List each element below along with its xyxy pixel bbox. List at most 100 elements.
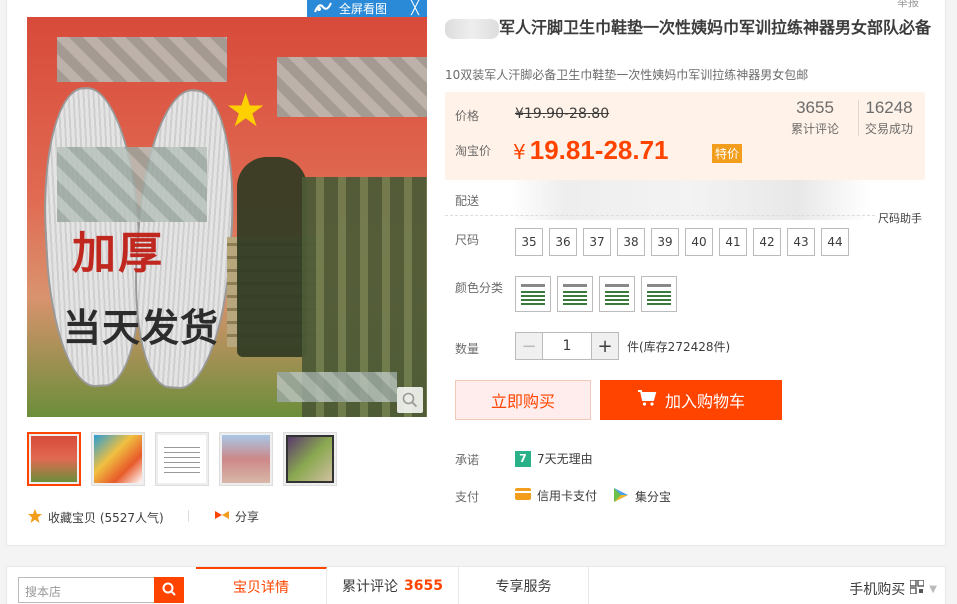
star-icon: ★ xyxy=(225,83,267,137)
points-payment[interactable]: 集分宝 xyxy=(613,487,671,506)
mobile-buy-label: 手机购买 xyxy=(849,582,906,598)
mosaic-blur xyxy=(277,57,427,117)
stat-divider xyxy=(858,100,859,136)
main-image-caption-shipping: 当天发货 xyxy=(63,305,220,350)
cart-icon xyxy=(637,389,657,411)
payment-label: 支付 xyxy=(455,490,480,504)
size-label: 尺码 xyxy=(455,233,480,247)
thumbnail-list xyxy=(27,432,337,486)
credit-card-payment[interactable]: 信用卡支付 xyxy=(515,487,597,504)
thumbnail-5[interactable] xyxy=(283,432,337,486)
size-option[interactable]: 39 xyxy=(651,228,679,256)
points-text: 集分宝 xyxy=(635,490,672,504)
quantity-increase-button[interactable]: + xyxy=(591,332,619,360)
thumbnail-1[interactable] xyxy=(27,432,81,486)
quantity-decrease-button[interactable]: − xyxy=(515,332,543,360)
tab-detail-label: 宝贝详情 xyxy=(233,580,289,596)
share-label: 分享 xyxy=(235,510,260,524)
store-search-input[interactable]: 搜本店 xyxy=(18,577,154,603)
title-blur xyxy=(445,18,499,39)
sales-label: 交易成功 xyxy=(865,122,914,136)
product-subtitle: 10双装军人汗脚必备卫生巾鞋垫一次性姨妈巾军训拉练神器男女包邮 xyxy=(445,68,809,82)
dotted-divider xyxy=(445,215,875,216)
size-helper-link[interactable]: 尺码助手 xyxy=(878,210,922,226)
stock-text: 件(库存272428件) xyxy=(627,339,731,354)
shipping-label: 配送 xyxy=(455,194,480,208)
size-option[interactable]: 41 xyxy=(719,228,747,256)
size-options: 35 36 37 38 39 40 41 42 43 44 xyxy=(515,228,849,256)
size-option[interactable]: 37 xyxy=(583,228,611,256)
fullscreen-viewer-button[interactable]: 全屏看图 ╳ xyxy=(307,0,427,17)
color-label: 颜色分类 xyxy=(455,281,504,295)
product-title: 军人汗脚卫生巾鞋垫一次性姨妈巾军训拉练神器男女部队必备 xyxy=(445,16,935,40)
share-icon xyxy=(214,508,230,525)
size-option[interactable]: 35 xyxy=(515,228,543,256)
color-option-1[interactable] xyxy=(515,276,551,312)
soldier-silhouette xyxy=(237,157,307,357)
report-link[interactable]: 举报 xyxy=(897,0,919,10)
credit-card-text: 信用卡支付 xyxy=(537,489,598,503)
quantity-input[interactable]: 1 xyxy=(543,332,591,360)
share-button[interactable]: 分享 xyxy=(214,508,259,525)
promise-label: 承诺 xyxy=(455,453,480,467)
quantity-stepper: − 1 + 件(库存272428件) xyxy=(515,332,730,360)
thumbnail-3[interactable] xyxy=(155,432,209,486)
review-stat[interactable]: 3655 累计评论 xyxy=(791,98,839,137)
size-option[interactable]: 43 xyxy=(787,228,815,256)
sales-stat: 16248 交易成功 xyxy=(865,98,913,137)
close-icon[interactable]: ╳ xyxy=(411,1,419,16)
seven-day-icon: 7 xyxy=(515,450,531,467)
search-button[interactable] xyxy=(154,577,184,603)
promise-text: 7天无理由 xyxy=(537,452,593,466)
sales-count: 16248 xyxy=(865,98,913,117)
mosaic-blur xyxy=(57,37,227,82)
thumbnail-2[interactable] xyxy=(91,432,145,486)
star-icon xyxy=(27,508,43,527)
main-image-caption-thick: 加厚 xyxy=(72,228,164,279)
zoom-icon[interactable] xyxy=(397,387,423,413)
points-icon xyxy=(613,487,629,506)
divider xyxy=(188,510,189,522)
detail-tab-bar: 搜本店 宝贝详情 累计评论 3655 专享服务 手机购买 ▼ xyxy=(6,566,946,604)
search-icon xyxy=(162,582,176,599)
color-options xyxy=(515,276,677,312)
review-label: 累计评论 xyxy=(791,122,840,136)
credit-card-icon xyxy=(515,487,531,504)
tab-detail[interactable]: 宝贝详情 xyxy=(196,567,327,604)
price-box: 价格 ¥19.90-28.80 淘宝价 ¥ 19.81-28.71 特价 365… xyxy=(445,92,925,180)
quantity-label: 数量 xyxy=(455,342,480,356)
size-option[interactable]: 40 xyxy=(685,228,713,256)
size-option[interactable]: 36 xyxy=(549,228,577,256)
review-count: 3655 xyxy=(796,98,834,117)
current-price-value: 19.81-28.71 xyxy=(529,135,669,165)
add-to-cart-button[interactable]: 加入购物车 xyxy=(600,380,782,420)
tab-service-label: 专享服务 xyxy=(495,579,552,595)
tab-service[interactable]: 专享服务 xyxy=(459,567,589,604)
title-text: 军人汗脚卫生巾鞋垫一次性姨妈巾军训拉练神器男女部队必备 xyxy=(499,18,932,37)
color-option-2[interactable] xyxy=(557,276,593,312)
promo-badge: 特价 xyxy=(712,144,743,163)
fullscreen-label: 全屏看图 xyxy=(339,2,388,16)
main-product-image[interactable]: ★ 加厚 当天发货 xyxy=(27,17,427,417)
qr-code-icon xyxy=(909,579,925,598)
color-option-4[interactable] xyxy=(641,276,677,312)
favorite-button[interactable]: 收藏宝贝 (5527人气) xyxy=(27,508,164,527)
fullscreen-icon xyxy=(313,0,333,17)
size-option[interactable]: 38 xyxy=(617,228,645,256)
currency-symbol: ¥ xyxy=(513,140,526,164)
color-option-3[interactable] xyxy=(599,276,635,312)
size-option[interactable]: 42 xyxy=(753,228,781,256)
mobile-buy-button[interactable]: 手机购买 ▼ xyxy=(849,579,937,599)
mosaic-blur xyxy=(277,372,397,402)
favorite-label: 收藏宝贝 (5527人气) xyxy=(48,511,164,525)
buy-now-button[interactable]: 立即购买 xyxy=(455,380,591,420)
size-option[interactable]: 44 xyxy=(821,228,849,256)
mosaic-blur xyxy=(57,147,207,222)
tab-reviews[interactable]: 累计评论 3655 xyxy=(327,567,459,604)
taobao-price-label: 淘宝价 xyxy=(455,144,492,158)
price-label: 价格 xyxy=(455,109,480,123)
promise-item[interactable]: 7 7天无理由 xyxy=(515,450,593,467)
tab-reviews-count: 3655 xyxy=(404,578,443,594)
thumbnail-4[interactable] xyxy=(219,432,273,486)
add-to-cart-label: 加入购物车 xyxy=(664,392,745,411)
